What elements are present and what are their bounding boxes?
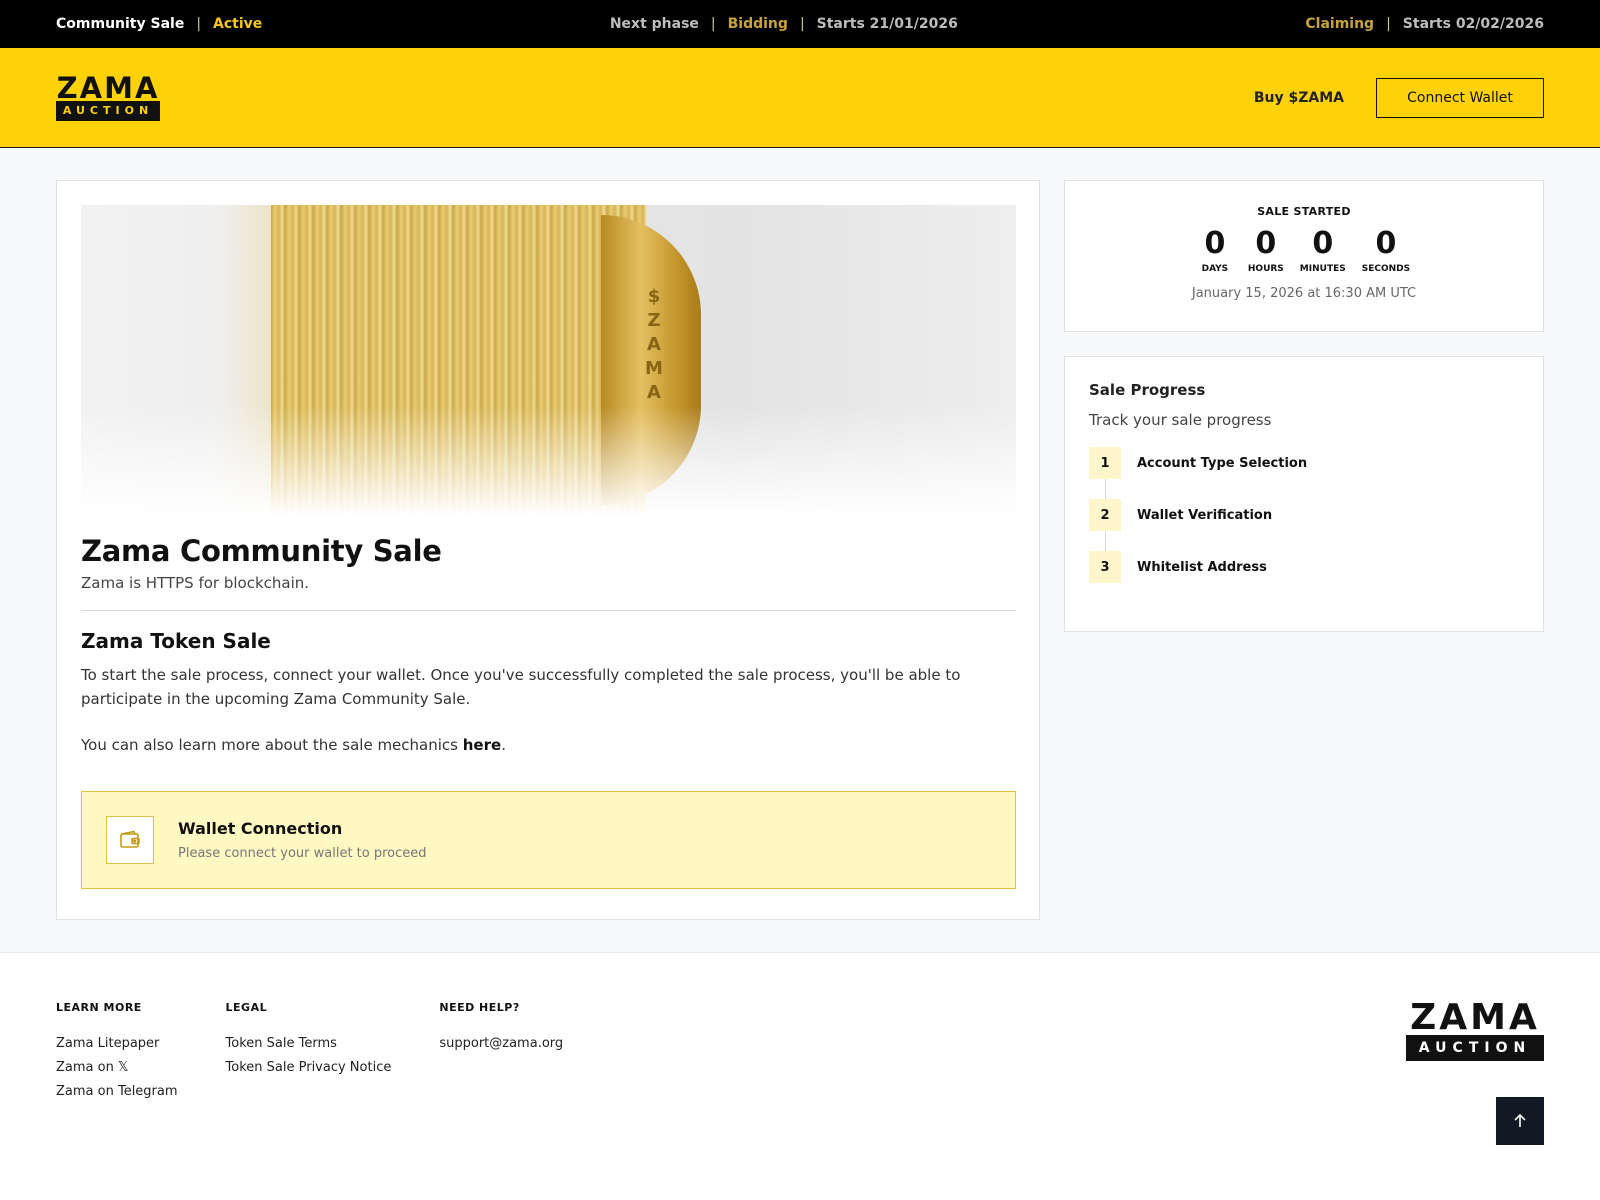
step-label: Whitelist Address [1137, 559, 1267, 575]
site-header: ZAMA AUCTION Buy $ZAMA Connect Wallet [0, 48, 1600, 148]
separator: | [196, 16, 202, 32]
learn-more-text: You can also learn more about the sale m… [81, 733, 981, 757]
countdown-hours: 0 HOURS [1247, 226, 1284, 275]
progress-title: Sale Progress [1089, 381, 1206, 399]
hours-value: 0 [1255, 226, 1277, 261]
main-content: $ Z A M A Zama Community Sale Zama is HT… [0, 148, 1600, 920]
hours-label: HOURS [1247, 264, 1284, 274]
bidding-start: Starts 21/01/2026 [816, 16, 958, 32]
footer-heading: LEGAL [225, 1001, 268, 1014]
footer-help: NEED HELP? support@zama.org [439, 1001, 563, 1104]
sale-description: To start the sale process, connect your … [81, 666, 961, 708]
sidebar: SALE STARTED 0 DAYS 0 HOURS 0 MINUTES 0 … [1064, 180, 1544, 920]
claiming-phase: Claiming | Starts 02/02/2026 [1305, 16, 1544, 32]
litepaper-link[interactable]: Zama Litepaper [56, 1032, 178, 1056]
arrow-up-icon [1514, 1113, 1526, 1127]
wallet-text: Wallet Connection Please connect your wa… [178, 819, 427, 861]
page-title: Zama Community Sale [81, 534, 442, 568]
claiming-start: Starts 02/02/2026 [1402, 16, 1544, 32]
countdown-card: SALE STARTED 0 DAYS 0 HOURS 0 MINUTES 0 … [1064, 180, 1544, 332]
seconds-label: SECONDS [1361, 264, 1411, 274]
countdown-days: 0 DAYS [1198, 226, 1232, 275]
logo-word: ZAMA [56, 70, 160, 105]
step-number: 3 [1089, 551, 1121, 583]
wallet-icon [106, 816, 154, 864]
next-phase-label: Next phase [609, 16, 699, 32]
separator: | [799, 16, 805, 32]
connect-wallet-button[interactable]: Connect Wallet [1376, 77, 1544, 118]
wallet-description: Please connect your wallet to proceed [178, 846, 427, 861]
step-connector [1105, 531, 1106, 551]
hero-fade [81, 406, 1016, 516]
step-connector [1105, 479, 1106, 499]
minutes-label: MINUTES [1299, 264, 1346, 274]
sale-progress-card: Sale Progress Track your sale progress 1… [1064, 356, 1544, 632]
sale-name: Community Sale [56, 16, 185, 32]
seconds-value: 0 [1375, 226, 1397, 261]
section-title: Zama Token Sale [81, 629, 271, 653]
learn-suffix: . [501, 736, 506, 754]
footer-heading: LEARN MORE [56, 1001, 142, 1014]
next-phase: Next phase | Bidding | Starts 21/01/2026 [610, 16, 958, 32]
minutes-value: 0 [1312, 226, 1334, 261]
zama-x-link[interactable]: Zama on 𝕏 [56, 1056, 178, 1080]
step-label: Account Type Selection [1137, 455, 1308, 471]
progress-subtitle: Track your sale progress [1089, 411, 1272, 429]
support-email-link[interactable]: support@zama.org [439, 1032, 563, 1056]
logo-word: ZAMA [1410, 997, 1540, 1038]
days-value: 0 [1204, 226, 1226, 261]
footer-links: LEARN MORE Zama Litepaper Zama on 𝕏 Zama… [56, 1001, 611, 1104]
privacy-notice-link[interactable]: Token Sale Privacy Notice [226, 1056, 392, 1080]
wallet-connection-panel: Wallet Connection Please connect your wa… [81, 791, 1016, 889]
footer-logo[interactable]: ZAMA AUCTION [1406, 997, 1544, 1061]
countdown-minutes: 0 MINUTES [1299, 226, 1346, 275]
zama-telegram-link[interactable]: Zama on Telegram [56, 1080, 178, 1104]
zama-auction-logo[interactable]: ZAMA AUCTION [56, 70, 160, 121]
footer-legal: LEGAL Token Sale Terms Token Sale Privac… [226, 1001, 392, 1104]
footer-learn-more: LEARN MORE Zama Litepaper Zama on 𝕏 Zama… [56, 1001, 178, 1104]
current-phase: Community Sale | Active [56, 16, 262, 32]
step-number: 2 [1089, 499, 1121, 531]
sale-status: Active [213, 16, 263, 32]
hero-image: $ Z A M A [81, 205, 1016, 516]
countdown-seconds: 0 SECONDS [1361, 226, 1411, 275]
buy-zama-link[interactable]: Buy $ZAMA [1254, 90, 1344, 106]
phase-claiming: Claiming [1305, 16, 1375, 32]
timer-label: SALE STARTED [1257, 205, 1351, 218]
sale-card: $ Z A M A Zama Community Sale Zama is HT… [56, 180, 1040, 920]
footer-heading: NEED HELP? [439, 1001, 520, 1014]
coin-engraving: $ Z A M A [645, 286, 663, 403]
learn-prefix: You can also learn more about the sale m… [81, 736, 463, 754]
token-sale-terms-link[interactable]: Token Sale Terms [226, 1032, 392, 1056]
countdown: 0 DAYS 0 HOURS 0 MINUTES 0 SECONDS [1198, 226, 1411, 275]
separator: | [710, 16, 716, 32]
progress-steps: 1 Account Type Selection 2 Wallet Verifi… [1089, 447, 1519, 583]
scroll-to-top-button[interactable] [1496, 1097, 1544, 1145]
days-label: DAYS [1201, 264, 1229, 274]
wallet-title: Wallet Connection [178, 819, 343, 838]
sale-start-date: January 15, 2026 at 16:30 AM UTC [1191, 286, 1417, 301]
step-number: 1 [1089, 447, 1121, 479]
divider [81, 610, 1016, 611]
header-actions: Buy $ZAMA Connect Wallet [1254, 77, 1544, 118]
step-whitelist-address: 3 Whitelist Address [1089, 551, 1519, 583]
step-wallet-verification: 2 Wallet Verification [1089, 499, 1519, 531]
site-footer: LEARN MORE Zama Litepaper Zama on 𝕏 Zama… [0, 952, 1600, 1200]
page-subtitle: Zama is HTTPS for blockchain. [81, 574, 310, 592]
logo-sub: AUCTION [1406, 1035, 1544, 1061]
separator: | [1386, 16, 1391, 32]
step-label: Wallet Verification [1137, 507, 1273, 523]
logo-sub: AUCTION [56, 100, 160, 121]
step-account-type: 1 Account Type Selection [1089, 447, 1519, 479]
phase-bidding: Bidding [727, 16, 788, 32]
learn-more-link[interactable]: here [463, 736, 501, 754]
phase-bar: Community Sale | Active Next phase | Bid… [0, 0, 1600, 48]
